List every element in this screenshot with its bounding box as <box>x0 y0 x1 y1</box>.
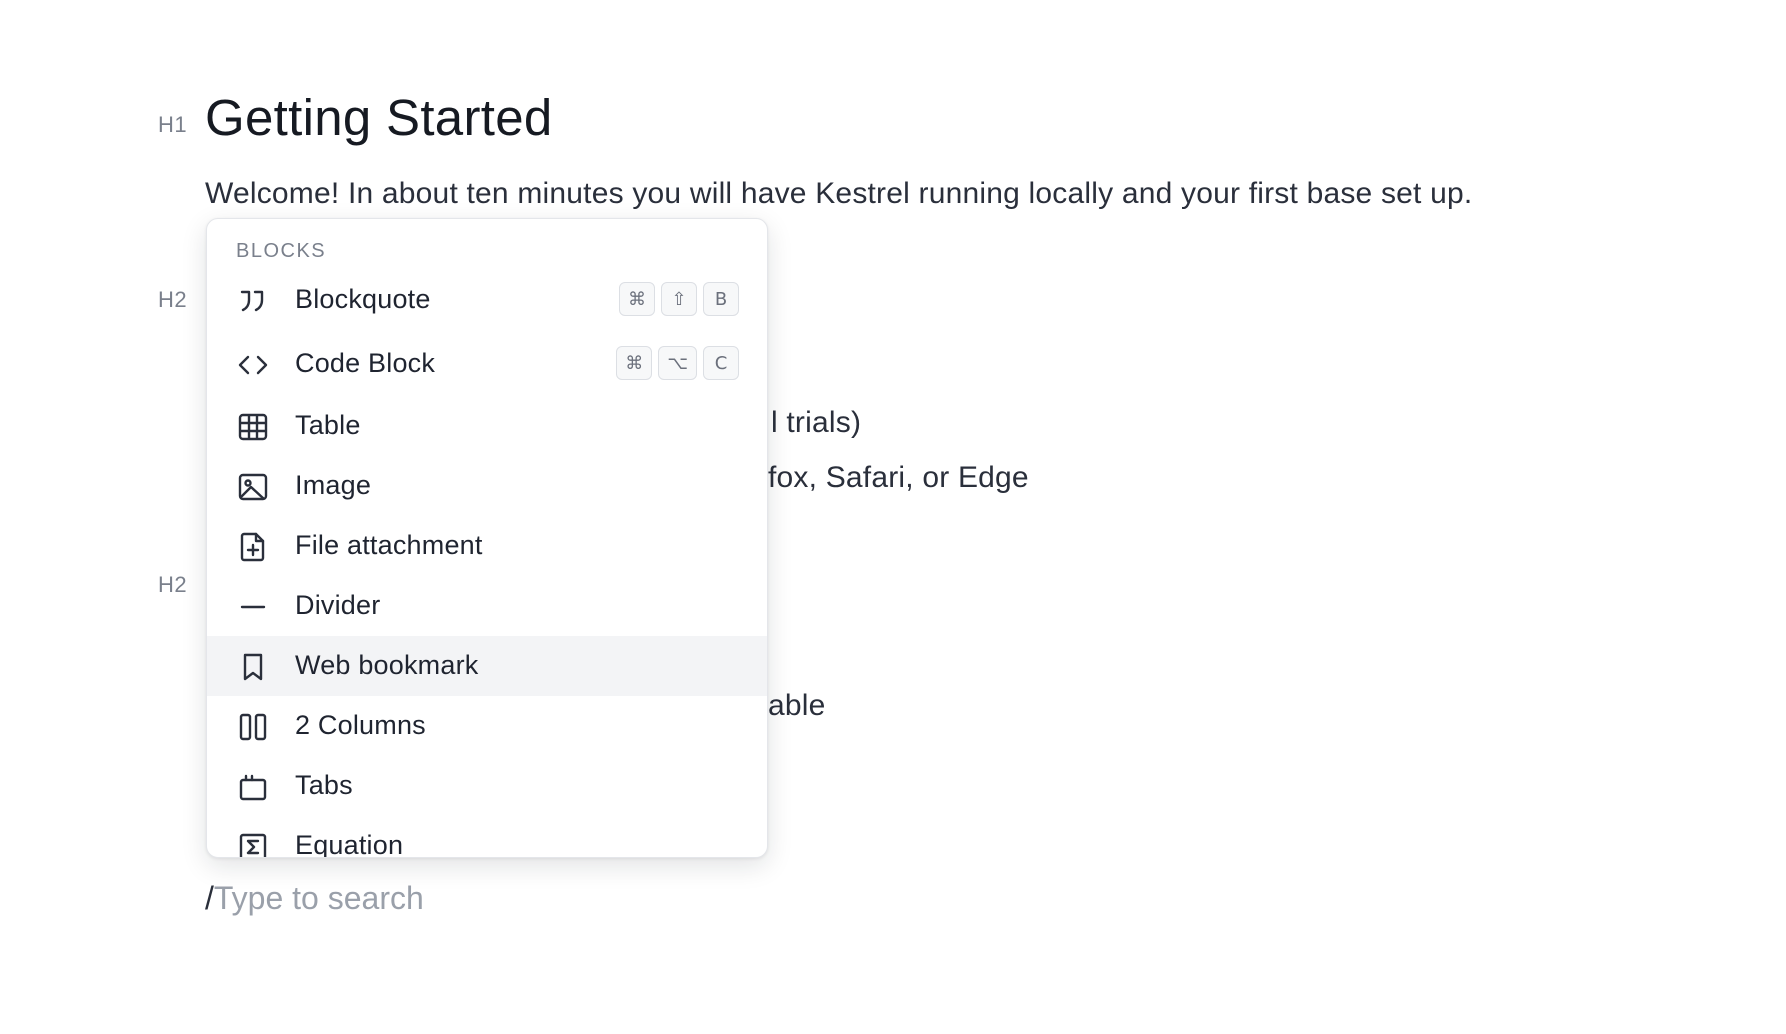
equation-icon <box>237 831 269 857</box>
page-title[interactable]: Getting Started <box>205 88 553 147</box>
list-item-text[interactable]: fox, Safari, or Edge <box>768 461 1029 495</box>
image-icon <box>237 471 269 503</box>
command-key: ⌘ <box>616 346 653 380</box>
menu-item-label: Divider <box>295 590 381 620</box>
columns-icon <box>237 711 269 743</box>
menu-section-header: BLOCKS <box>236 240 327 262</box>
search-placeholder: Type to search <box>213 880 424 916</box>
menu-item-file-attachment[interactable]: File attachment <box>207 516 767 576</box>
menu-item-label: File attachment <box>295 530 483 560</box>
list-item-text[interactable]: l trials) <box>771 406 861 440</box>
list-item-text[interactable]: able <box>768 689 826 723</box>
menu-item-label: 2 Columns <box>295 710 426 740</box>
menu-item-label: Code Block <box>295 348 436 378</box>
slash-character: / <box>205 880 214 916</box>
menu-item-label: Tabs <box>295 770 353 800</box>
command-key: ⌘ <box>619 282 655 316</box>
menu-item-tabs[interactable]: Tabs <box>207 756 767 816</box>
keyboard-shortcut: ⌘ ⇧ B <box>619 282 739 316</box>
h2-marker: H2 <box>158 572 188 597</box>
file-plus-icon <box>237 531 269 563</box>
menu-item-equation[interactable]: Equation <box>207 816 767 858</box>
menu-item-label: Equation <box>295 830 404 858</box>
menu-item-2-columns[interactable]: 2 Columns <box>207 696 767 756</box>
shift-key: ⇧ <box>661 282 697 316</box>
document-editor[interactable]: H1 Getting Started Welcome! In about ten… <box>0 0 1786 1034</box>
letter-key: C <box>703 346 739 380</box>
menu-item-code-block[interactable]: Code Block ⌘ ⌥ C <box>207 334 767 394</box>
menu-item-divider[interactable]: Divider <box>207 576 767 636</box>
menu-item-label: Web bookmark <box>295 650 479 680</box>
tabs-icon <box>237 771 269 803</box>
menu-item-blockquote[interactable]: Blockquote ⌘ ⇧ B <box>207 270 767 330</box>
block-insert-menu[interactable]: BLOCKS Blockquote ⌘ ⇧ B Code Block ⌘ ⌥ C… <box>206 218 768 858</box>
menu-item-label: Blockquote <box>295 284 431 314</box>
menu-item-web-bookmark[interactable]: Web bookmark <box>207 636 767 696</box>
table-icon <box>237 411 269 443</box>
menu-item-image[interactable]: Image <box>207 456 767 516</box>
h2-marker: H2 <box>158 287 188 312</box>
slash-command-input[interactable]: /Type to search <box>205 880 424 917</box>
intro-paragraph[interactable]: Welcome! In about ten minutes you will h… <box>205 177 1472 211</box>
blockquote-icon <box>237 285 269 317</box>
h1-marker: H1 <box>158 112 188 137</box>
menu-item-label: Table <box>295 410 361 440</box>
code-icon <box>237 349 269 381</box>
divider-icon <box>237 591 269 623</box>
menu-item-label: Image <box>295 470 372 500</box>
menu-item-table[interactable]: Table <box>207 396 767 456</box>
letter-key: B <box>703 282 739 316</box>
option-key: ⌥ <box>658 346 697 380</box>
keyboard-shortcut: ⌘ ⌥ C <box>616 346 739 380</box>
bookmark-icon <box>237 651 269 683</box>
